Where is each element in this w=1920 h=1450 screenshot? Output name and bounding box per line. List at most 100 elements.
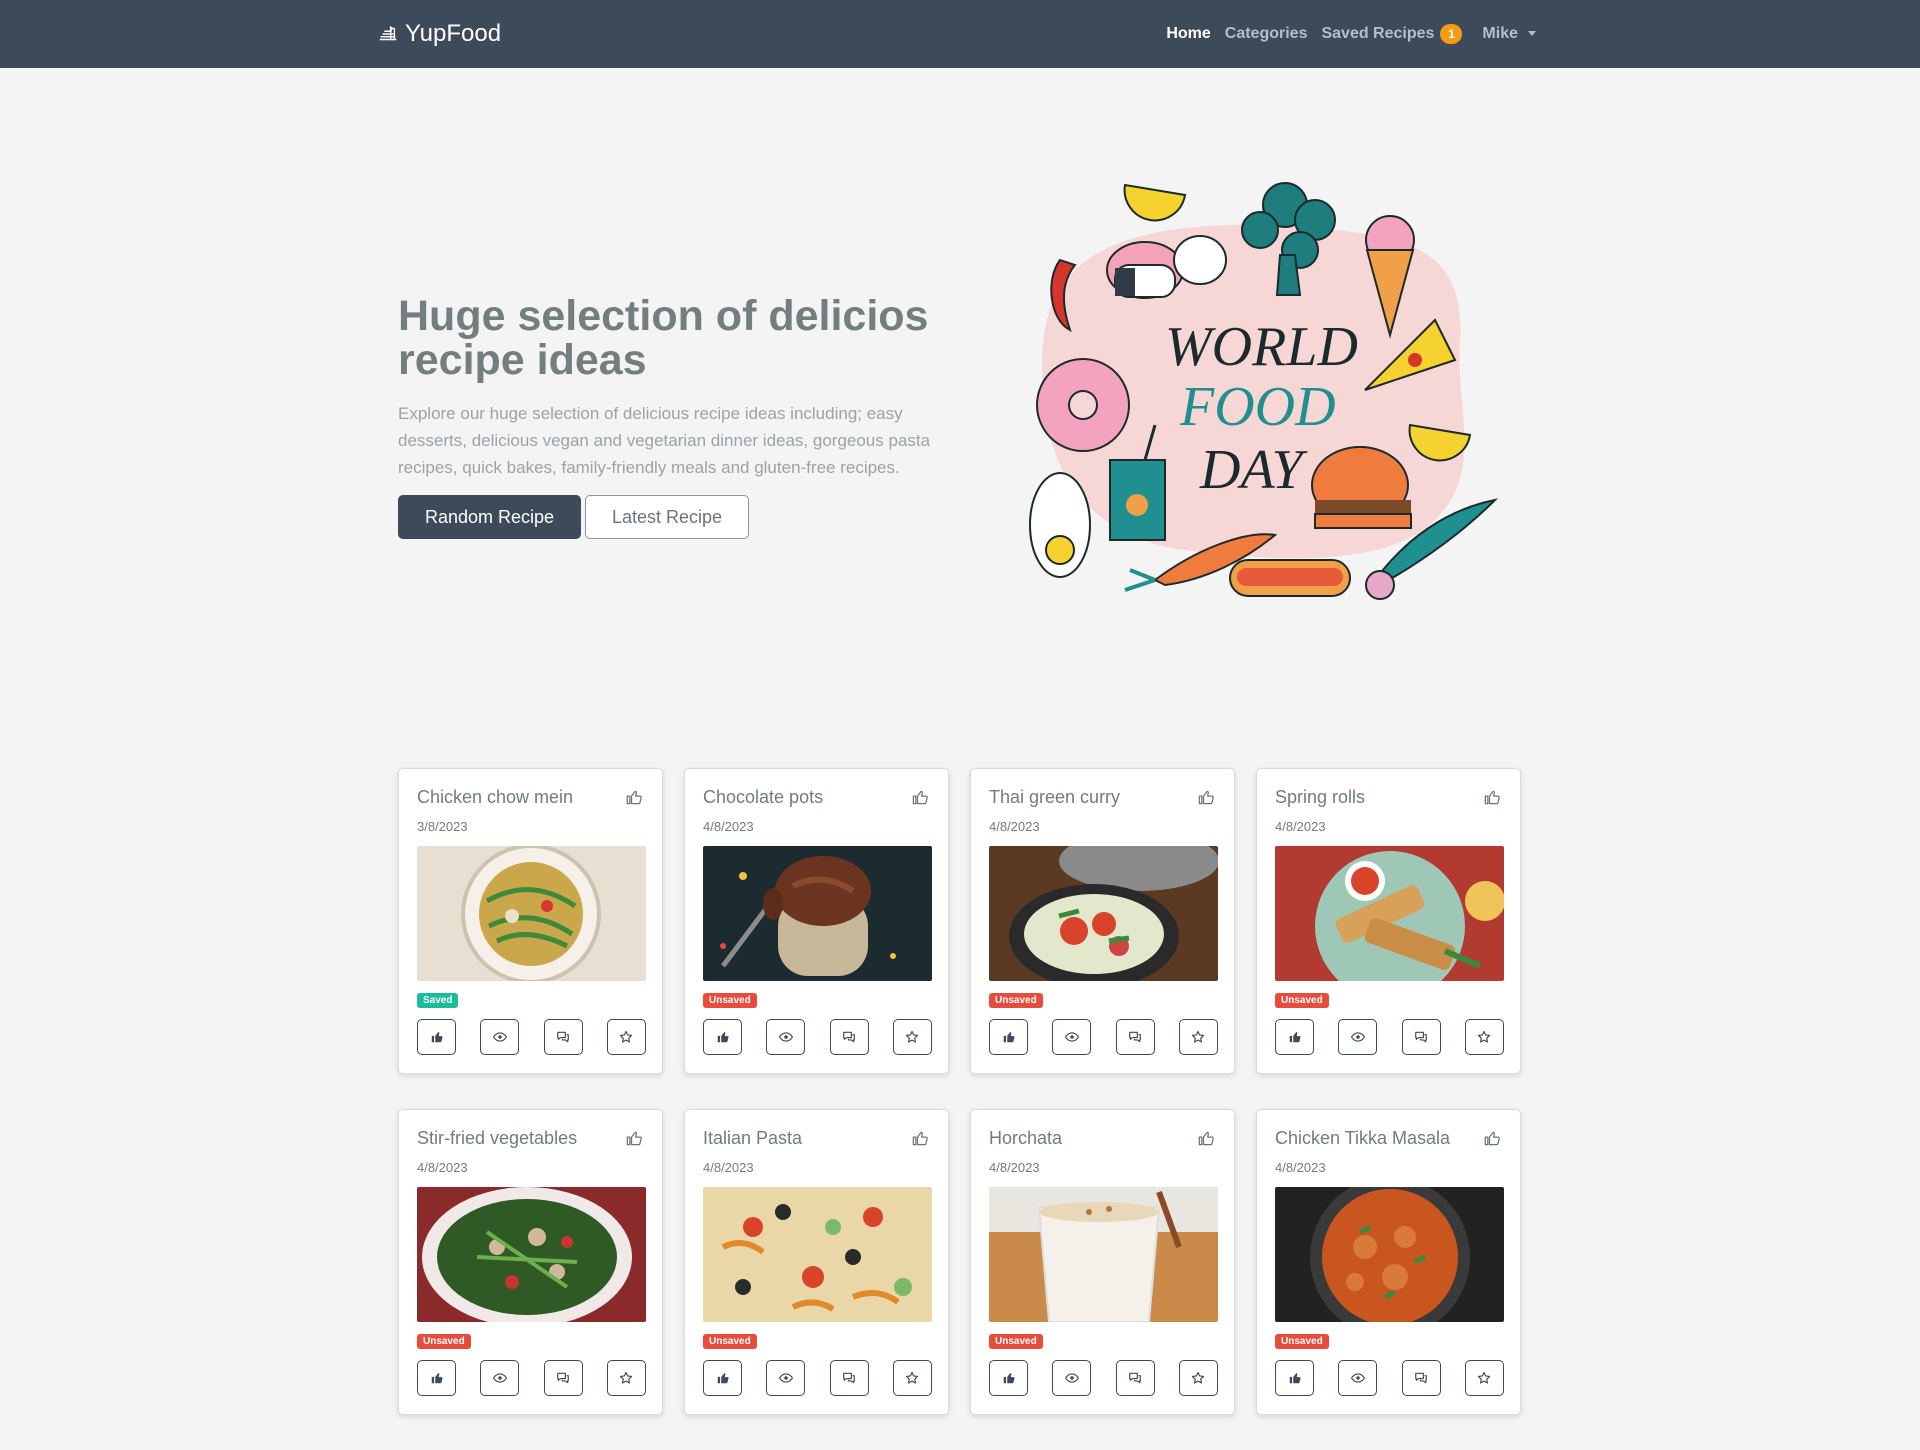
view-button[interactable] bbox=[480, 1019, 520, 1055]
thumbs-up-icon[interactable] bbox=[624, 1128, 644, 1148]
thumbs-up-icon[interactable] bbox=[910, 1128, 930, 1148]
view-button[interactable] bbox=[1052, 1360, 1092, 1396]
status-badge: Unsaved bbox=[703, 1334, 757, 1349]
nav-categories[interactable]: Categories bbox=[1225, 25, 1308, 43]
recipe-date: 4/8/2023 bbox=[989, 819, 1040, 834]
view-button[interactable] bbox=[1338, 1360, 1378, 1396]
thumbs-up-icon[interactable] bbox=[1196, 1128, 1216, 1148]
recipe-card-1: Chocolate pots 4/8/2023 Unsaved bbox=[684, 768, 949, 1074]
thumbs-up-filled-icon bbox=[1003, 1373, 1015, 1384]
favorite-button[interactable] bbox=[606, 1019, 646, 1055]
view-button[interactable] bbox=[1052, 1019, 1092, 1055]
latest-recipe-button[interactable]: Latest Recipe bbox=[585, 495, 750, 539]
favorite-button[interactable] bbox=[892, 1360, 932, 1396]
comments-button[interactable] bbox=[1401, 1019, 1441, 1055]
status-badge: Unsaved bbox=[989, 1334, 1043, 1349]
card-actions bbox=[1275, 1019, 1504, 1055]
egg-icon bbox=[1029, 472, 1091, 578]
comments-button[interactable] bbox=[1115, 1019, 1155, 1055]
star-icon bbox=[1192, 1371, 1205, 1384]
comments-button[interactable] bbox=[829, 1019, 869, 1055]
random-recipe-button[interactable]: Random Recipe bbox=[398, 495, 582, 539]
recipe-card-3: Spring rolls 4/8/2023 Unsaved bbox=[1256, 768, 1521, 1074]
world-food-day-illustration: WORLD FOOD DAY bbox=[1015, 160, 1505, 630]
recipe-card-0: Chicken chow mein 3/8/2023 Saved bbox=[398, 768, 663, 1074]
eye-icon bbox=[778, 1032, 793, 1042]
favorite-button[interactable] bbox=[1178, 1360, 1218, 1396]
nav-saved-recipes[interactable]: Saved Recipes 1 bbox=[1321, 24, 1463, 44]
svg-text:DAY: DAY bbox=[1199, 439, 1309, 501]
thumbs-up-icon[interactable] bbox=[1482, 787, 1502, 807]
star-icon bbox=[1478, 1371, 1491, 1384]
recipe-title: Stir-fried vegetables bbox=[417, 1128, 578, 1148]
comments-button[interactable] bbox=[1401, 1360, 1441, 1396]
thumbs-up-icon[interactable] bbox=[1196, 787, 1216, 807]
favorite-button[interactable] bbox=[892, 1019, 932, 1055]
burger-icon bbox=[1311, 446, 1412, 529]
comments-icon bbox=[1129, 1031, 1141, 1043]
hero-description: Explore our huge selection of delicious … bbox=[398, 404, 931, 477]
comments-button[interactable] bbox=[1115, 1360, 1155, 1396]
thumbs-up-icon[interactable] bbox=[910, 787, 930, 807]
eye-icon bbox=[1064, 1032, 1079, 1042]
eye-icon bbox=[1350, 1032, 1365, 1042]
like-button[interactable] bbox=[417, 1360, 456, 1396]
card-actions bbox=[417, 1360, 646, 1396]
brand[interactable]: YupFood bbox=[377, 20, 501, 48]
thumbs-up-filled-icon bbox=[1003, 1032, 1015, 1043]
thumbs-up-icon[interactable] bbox=[1482, 1128, 1502, 1148]
comments-button[interactable] bbox=[829, 1360, 869, 1396]
view-button[interactable] bbox=[480, 1360, 520, 1396]
view-button[interactable] bbox=[766, 1019, 806, 1055]
comments-button[interactable] bbox=[543, 1360, 583, 1396]
thumbs-up-filled-icon bbox=[1289, 1373, 1301, 1384]
like-button[interactable] bbox=[989, 1019, 1028, 1055]
nav-home[interactable]: Home bbox=[1166, 25, 1210, 43]
user-dropdown[interactable]: Mike bbox=[1482, 25, 1536, 43]
star-icon bbox=[906, 1371, 919, 1384]
card-actions bbox=[417, 1019, 646, 1055]
hero-title: Huge selection of delicios recipe ideas bbox=[398, 292, 929, 384]
comments-icon bbox=[843, 1031, 855, 1043]
recipe-date: 3/8/2023 bbox=[417, 819, 468, 834]
eye-icon bbox=[778, 1373, 793, 1383]
thumbs-up-icon[interactable] bbox=[624, 787, 644, 807]
thumbs-up-filled-icon bbox=[431, 1032, 443, 1043]
card-actions bbox=[989, 1360, 1218, 1396]
favorite-button[interactable] bbox=[606, 1360, 646, 1396]
recipe-date: 4/8/2023 bbox=[703, 819, 754, 834]
recipe-date: 4/8/2023 bbox=[1275, 1160, 1326, 1175]
like-button[interactable] bbox=[417, 1019, 456, 1055]
like-button[interactable] bbox=[703, 1019, 742, 1055]
star-icon bbox=[906, 1030, 919, 1043]
star-icon bbox=[1478, 1030, 1491, 1043]
nav-home-label: Home bbox=[1166, 25, 1211, 42]
comments-icon bbox=[1129, 1372, 1141, 1384]
favorite-button[interactable] bbox=[1464, 1019, 1504, 1055]
navbar: YupFood Home Categories Saved Recipes 1 … bbox=[0, 0, 1920, 68]
like-button[interactable] bbox=[1275, 1019, 1314, 1055]
view-button[interactable] bbox=[1338, 1019, 1378, 1055]
comments-icon bbox=[1415, 1372, 1427, 1384]
favorite-button[interactable] bbox=[1464, 1360, 1504, 1396]
stirfry-photo bbox=[417, 1187, 646, 1322]
like-button[interactable] bbox=[703, 1360, 742, 1396]
nav-saved-label: Saved Recipes bbox=[1321, 25, 1435, 42]
recipe-image bbox=[703, 1187, 932, 1322]
chocolate-photo bbox=[703, 846, 932, 981]
comments-icon bbox=[557, 1031, 569, 1043]
status-badge: Unsaved bbox=[703, 993, 757, 1008]
view-button[interactable] bbox=[766, 1360, 806, 1396]
pasta-photo bbox=[703, 1187, 932, 1322]
saved-count-badge: 1 bbox=[1440, 24, 1463, 44]
recipe-date: 4/8/2023 bbox=[1275, 819, 1326, 834]
comments-button[interactable] bbox=[543, 1019, 583, 1055]
brand-name: YupFood bbox=[405, 20, 502, 47]
status-badge: Unsaved bbox=[1275, 993, 1329, 1008]
favorite-button[interactable] bbox=[1178, 1019, 1218, 1055]
like-button[interactable] bbox=[1275, 1360, 1314, 1396]
like-button[interactable] bbox=[989, 1360, 1028, 1396]
star-icon bbox=[620, 1030, 633, 1043]
donut-icon bbox=[1036, 358, 1130, 452]
recipe-title: Chocolate pots bbox=[703, 787, 824, 807]
